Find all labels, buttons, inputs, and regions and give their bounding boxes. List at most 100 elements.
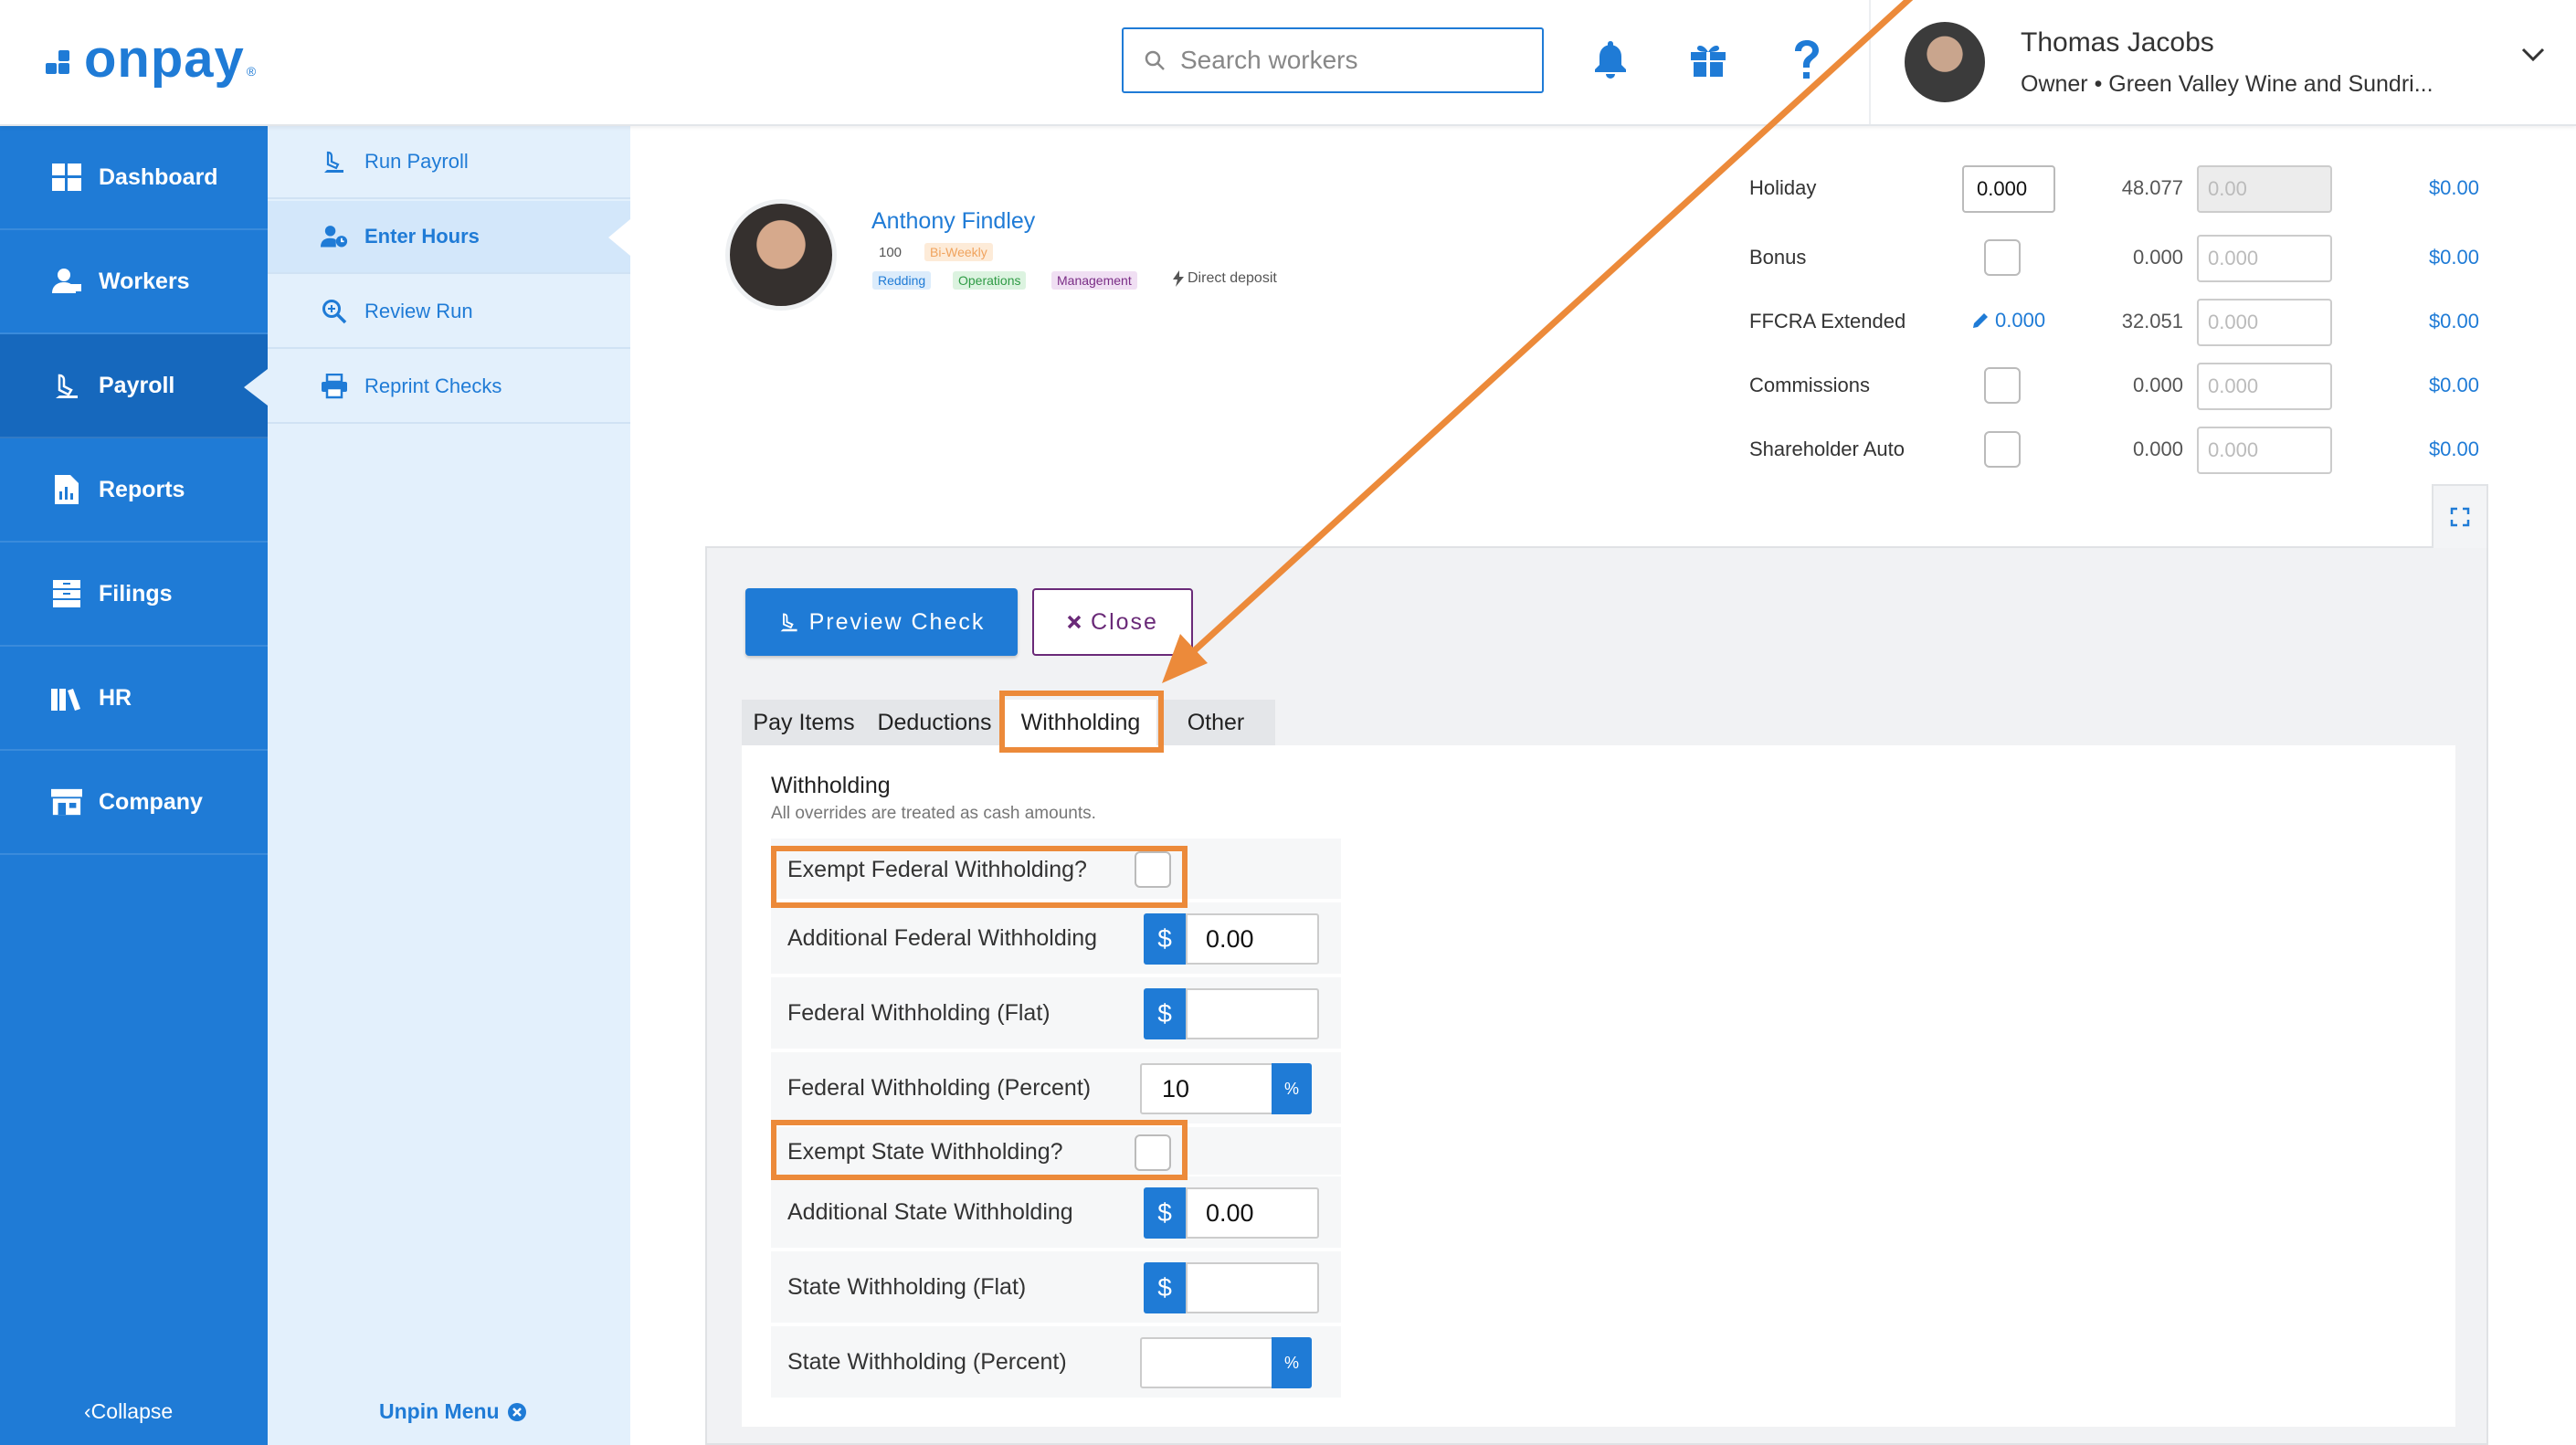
federal-percent-input[interactable]: 10 [1140,1063,1273,1114]
federal-flat-input[interactable] [1186,988,1319,1039]
additional-state-row: Additional State Withholding $ 0.00 [771,1176,1341,1250]
collapse-label: Collapse [90,1399,174,1423]
sidebar-item-label: HR [99,684,132,711]
subnav-item-enter-hours[interactable]: Enter Hours [268,201,630,274]
sidebar-item-dashboard[interactable]: Dashboard [0,126,268,230]
workers-icon [51,266,82,297]
dollar-icon: $ [1144,1262,1186,1313]
dollar-icon: $ [1144,988,1186,1039]
subnav-item-review-run[interactable]: Review Run [268,276,630,349]
tab-pay-items[interactable]: Pay Items [742,700,866,745]
unpin-menu-label: Unpin Menu [379,1399,500,1423]
run-payroll-icon [321,148,348,175]
holiday-rate: 48.077 [2121,176,2183,199]
sidebar-item-workers[interactable]: Workers [0,230,268,334]
federal-percent-label: Federal Withholding (Percent) [787,1074,1092,1101]
commissions-rate: 0.000 [2132,374,2183,396]
subnav-item-reprint-checks[interactable]: Reprint Checks [268,351,630,424]
subnav-item-label: Reprint Checks [364,374,502,397]
state-flat-input[interactable] [1186,1262,1319,1313]
payroll-icon [780,613,797,632]
ffcra-amount-input[interactable]: 0.000 [2197,299,2332,346]
additional-state-input[interactable]: 0.00 [1186,1187,1319,1239]
sidebar-item-label: Dashboard [99,163,218,190]
collapse-sidebar-button[interactable]: ‹Collapse [84,1399,173,1424]
hr-icon [51,682,82,713]
onpay-logo[interactable]: onpay ® [44,27,256,91]
ffcra-total: $0.00 [2428,310,2479,332]
tab-deductions[interactable]: Deductions [870,700,999,745]
holiday-total: $0.00 [2428,176,2479,199]
state-percent-label: State Withholding (Percent) [787,1348,1067,1375]
dollar-icon: $ [1144,1187,1186,1239]
commissions-amount-input[interactable]: 0.000 [2197,363,2332,410]
sidebar-item-filings[interactable]: Filings [0,543,268,647]
location-tag: Redding [872,271,932,290]
sidebar-item-label: Reports [99,476,185,502]
pencil-icon [1973,313,1988,328]
sidebar-item-payroll[interactable]: Payroll [0,334,268,438]
unpin-menu-button[interactable]: Unpin Menu [379,1399,527,1424]
preview-check-label: Preview Check [808,608,986,635]
federal-percent-row: Federal Withholding (Percent) 10 % [771,1052,1341,1125]
worker-id: 100 [879,245,903,260]
ffcra-hours-edit[interactable]: 0.000 [1971,309,2045,332]
holiday-amount-input: 0.00 [2197,165,2332,213]
review-run-icon [321,298,348,325]
additional-state-label: Additional State Withholding [787,1198,1073,1225]
sidebar-item-label: Company [99,788,203,815]
withholding-title: Withholding [771,773,891,798]
payroll-icon [51,370,82,401]
additional-federal-row: Additional Federal Withholding $ 0.00 [771,902,1341,976]
logo-registered-mark: ® [246,64,257,79]
main-sidebar: Dashboard Workers Payroll Reports Filing… [0,124,268,1445]
subnav-item-run-payroll[interactable]: Run Payroll [268,126,630,199]
sidebar-item-reports[interactable]: Reports [0,438,268,543]
withholding-tab-highlight [999,691,1164,753]
user-name[interactable]: Thomas Jacobs [2021,27,2214,58]
exempt-federal-highlight [771,846,1188,908]
schedule-tag: Bi-Weekly [924,243,993,261]
bonus-amount-input[interactable]: 0.000 [2197,235,2332,282]
worker-name-link[interactable]: Anthony Findley [871,208,1035,235]
printer-icon [321,373,348,400]
sidebar-item-label: Filings [99,580,173,606]
user-role: Owner • Green Valley Wine and Sundri... [2021,71,2433,97]
bonus-rate: 0.000 [2132,246,2183,269]
state-percent-row: State Withholding (Percent) % [771,1326,1341,1399]
state-percent-input[interactable] [1140,1337,1273,1388]
ffcra-hours-value: 0.000 [1995,309,2046,332]
chevron-down-icon[interactable] [2521,47,2545,67]
expand-icon[interactable] [2432,484,2488,548]
department-tag: Operations [953,271,1027,290]
federal-flat-row: Federal Withholding (Flat) $ [771,977,1341,1050]
state-flat-row: State Withholding (Flat) $ [771,1251,1341,1324]
payroll-subnav: Run Payroll Enter Hours Review Run Repri… [268,124,630,1445]
dollar-icon: $ [1144,913,1186,965]
percent-icon: % [1272,1337,1312,1388]
sidebar-item-hr[interactable]: HR [0,647,268,751]
tab-other[interactable]: Other [1160,700,1272,745]
shareholder-auto-amount-input[interactable]: 0.000 [2197,427,2332,474]
additional-federal-input[interactable]: 0.00 [1186,913,1319,965]
annotation-arrow [1162,0,1914,683]
worker-photo [725,199,837,311]
shareholder-auto-checkbox[interactable] [1984,431,2021,468]
additional-federal-label: Additional Federal Withholding [787,924,1098,951]
subnav-item-label: Enter Hours [364,225,480,248]
preview-check-button[interactable]: Preview Check [745,588,1018,656]
bonus-checkbox[interactable] [1984,239,2021,276]
bonus-total: $0.00 [2428,246,2479,269]
dashboard-icon [51,162,82,193]
state-flat-label: State Withholding (Flat) [787,1273,1027,1300]
commissions-checkbox[interactable] [1984,367,2021,404]
holiday-hours-input[interactable]: 0.000 [1962,165,2055,213]
sidebar-item-company[interactable]: Company [0,751,268,855]
close-icon [1067,615,1082,629]
logo-wordmark: onpay [84,29,245,89]
reports-icon [51,474,82,505]
enter-hours-icon [321,223,348,250]
ffcra-rate: 32.051 [2121,310,2183,332]
sidebar-item-label: Payroll [99,372,175,398]
filings-icon [51,578,82,609]
